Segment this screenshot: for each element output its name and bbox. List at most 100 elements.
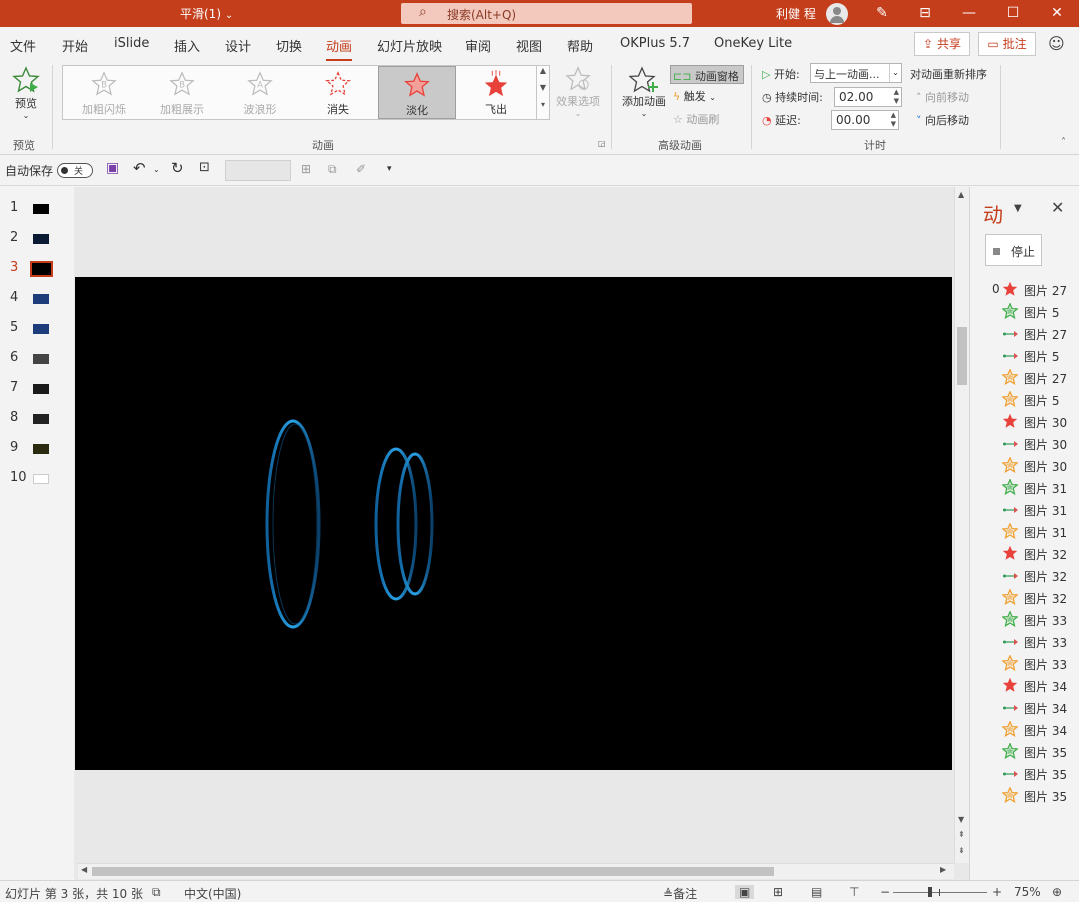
gallery-item-fly-out[interactable]: 飞出 (457, 66, 535, 119)
slide-canvas[interactable] (75, 277, 952, 770)
gallery-item-bold-flash[interactable]: B 加粗闪烁 (65, 66, 143, 119)
slide-thumb[interactable]: 4 (0, 290, 74, 310)
animation-item[interactable]: 图片 5 (992, 302, 1079, 322)
close-button[interactable]: ✕ (1039, 0, 1075, 27)
move-later-button[interactable]: ˅ 向后移动 (916, 112, 969, 128)
gallery-expand[interactable]: ▾ (536, 100, 549, 119)
slide-thumb[interactable]: 5 (0, 320, 74, 340)
language[interactable]: 中文(中国) (184, 885, 241, 902)
gallery-scroll-down[interactable]: ▼ (536, 83, 549, 100)
spinner-arrows-icon[interactable]: ▲ ▼ (891, 111, 896, 129)
document-title[interactable]: 平滑(1) ⌄ (180, 5, 233, 22)
animation-item[interactable]: 图片 5 (992, 346, 1079, 366)
reading-view-icon[interactable]: ▤ (811, 885, 822, 899)
save-icon[interactable]: ▣ (106, 160, 119, 176)
gallery-item-bold-reveal[interactable]: B 加粗展示 (143, 66, 221, 119)
feedback-smile-icon[interactable]: ☺ (1048, 34, 1065, 53)
format-painter-icon[interactable]: ✐ (356, 162, 366, 176)
animation-item[interactable]: 图片 32 (992, 588, 1079, 608)
animation-item[interactable]: 图片 31 (992, 478, 1079, 498)
tab-help[interactable]: 帮助 (567, 36, 593, 55)
presentation-icon[interactable]: ⊡ (199, 160, 210, 175)
stop-button[interactable]: 停止 (985, 234, 1042, 266)
slide-thumb[interactable]: 9 (0, 440, 74, 460)
duration-spinner[interactable]: 02.00 ▲ ▼ (834, 87, 902, 107)
dialog-launcher-icon[interactable]: ◲ (598, 139, 606, 148)
zoom-out-button[interactable]: − (880, 885, 890, 899)
zoom-slider-thumb[interactable] (928, 887, 932, 897)
animation-item[interactable]: 图片 33 (992, 610, 1079, 630)
avatar[interactable] (826, 3, 848, 25)
align-icon[interactable]: ⊞ (301, 162, 311, 176)
scrollbar-thumb[interactable] (92, 867, 774, 876)
gallery-scroll-up[interactable]: ▲ (536, 66, 549, 83)
add-animation-button[interactable]: 添加动画 ⌄ (619, 65, 669, 118)
vertical-scrollbar[interactable]: ▲ ▼ ⇞ ⇟ (954, 187, 969, 863)
slide-thumb[interactable]: 7 (0, 380, 74, 400)
tab-home[interactable]: 开始 (62, 36, 88, 55)
slideshow-view-icon[interactable]: ⊤ (849, 885, 859, 899)
animation-item[interactable]: 图片 35 (992, 786, 1079, 806)
animation-item[interactable]: 图片 27 (992, 324, 1079, 344)
zoom-slider[interactable] (893, 887, 987, 897)
slide-thumb[interactable]: 1 (0, 200, 74, 220)
minimize-button[interactable]: — (951, 0, 987, 27)
animation-item[interactable]: 0 图片 27 (992, 280, 1079, 300)
pen-icon[interactable]: ✎ (864, 0, 900, 27)
tab-slideshow[interactable]: 幻灯片放映 (377, 36, 442, 55)
fit-to-window-icon[interactable]: ⊕ (1052, 885, 1062, 899)
zoom-level[interactable]: 75% (1014, 885, 1041, 899)
group-icon[interactable]: ⧉ (328, 162, 337, 177)
comment-button[interactable]: ▭ 批注 (978, 32, 1036, 56)
scroll-down-icon[interactable]: ▼ (958, 815, 964, 824)
gallery-item-disappear[interactable]: 消失 (299, 66, 377, 119)
trigger-button[interactable]: ϟ 触发 ⌄ (673, 88, 716, 104)
spinner-arrows-icon[interactable]: ▲ ▼ (894, 88, 899, 106)
animation-item[interactable]: 图片 32 (992, 566, 1079, 586)
tab-okplus[interactable]: OKPlus 5.7 (620, 36, 690, 51)
preview-button[interactable]: 预览 ⌄ (8, 65, 44, 120)
animation-item[interactable]: 图片 33 (992, 654, 1079, 674)
animation-painter-button[interactable]: ☆ 动画刷 (673, 111, 719, 127)
tab-review[interactable]: 审阅 (465, 36, 491, 55)
animation-item[interactable]: 图片 35 (992, 764, 1079, 784)
previous-slide-icon[interactable]: ⇞ (958, 830, 965, 839)
tab-transitions[interactable]: 切换 (276, 36, 302, 55)
notes-button[interactable]: ≜备注 (663, 885, 697, 902)
chevron-down-icon[interactable]: ⌄ (153, 165, 160, 174)
animation-item[interactable]: 图片 34 (992, 698, 1079, 718)
tab-animations[interactable]: 动画 (326, 36, 353, 61)
scroll-up-icon[interactable]: ▲ (958, 190, 964, 199)
tab-islide[interactable]: iSlide (114, 36, 149, 51)
gallery-item-wave[interactable]: A 波浪形 (221, 66, 299, 119)
tab-view[interactable]: 视图 (516, 36, 542, 55)
animation-item[interactable]: 图片 30 (992, 412, 1079, 432)
animation-item[interactable]: 图片 34 (992, 720, 1079, 740)
chevron-down-icon[interactable]: ▼ (1014, 203, 1022, 214)
user-name[interactable]: 利健 程 (776, 5, 816, 22)
undo-icon[interactable]: ↶ (133, 159, 146, 177)
animation-item[interactable]: 图片 35 (992, 742, 1079, 762)
delay-spinner[interactable]: 00.00 ▲ ▼ (831, 110, 899, 130)
slide-sorter-icon[interactable]: ⊞ (773, 885, 783, 899)
tab-design[interactable]: 设计 (225, 36, 251, 55)
animation-item[interactable]: 图片 33 (992, 632, 1079, 652)
slide-thumb-current[interactable]: 3 (0, 260, 74, 280)
animation-item[interactable]: 图片 30 (992, 434, 1079, 454)
animation-pane-button[interactable]: ⊏⊐ 动画窗格 (670, 65, 744, 84)
share-button[interactable]: ⇪ 共享 (914, 32, 970, 56)
collapse-ribbon-icon[interactable]: ˄ (1061, 137, 1066, 148)
tab-file[interactable]: 文件 (10, 36, 36, 55)
start-select[interactable]: 与上一动画... ⌄ (810, 63, 902, 83)
animation-item[interactable]: 图片 34 (992, 676, 1079, 696)
ribbon-display-icon[interactable]: ⊟ (907, 0, 943, 27)
zoom-in-button[interactable]: + (992, 885, 1002, 899)
accessibility-icon[interactable]: ⧉ (152, 885, 161, 900)
qat-combo[interactable] (225, 160, 291, 181)
effect-options-button[interactable]: 效果选项 ⌄ (553, 65, 603, 118)
slide-thumb[interactable]: 10 (0, 470, 74, 490)
slide-thumb[interactable]: 8 (0, 410, 74, 430)
scroll-right-icon[interactable]: ▶ (940, 865, 946, 874)
restore-button[interactable]: ☐ (995, 0, 1031, 27)
customize-qat-icon[interactable]: ▾ (387, 164, 392, 174)
